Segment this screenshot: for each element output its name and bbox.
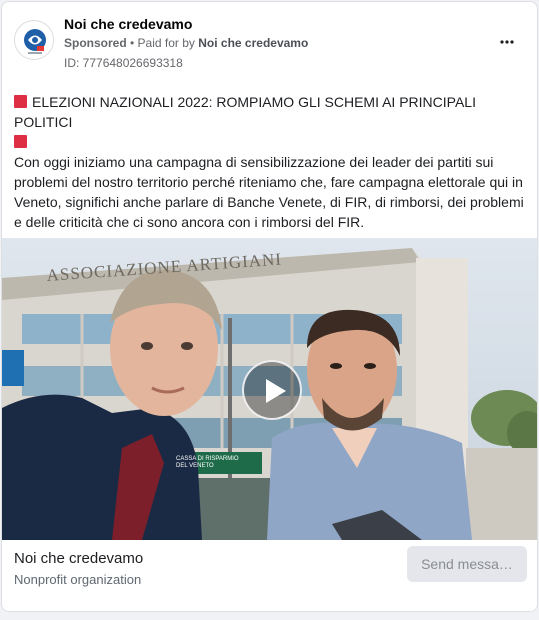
page-avatar[interactable] <box>14 20 54 60</box>
send-message-button[interactable]: Send messa… <box>407 546 527 582</box>
play-button[interactable] <box>242 360 302 420</box>
sponsored-label: Sponsored <box>64 36 127 50</box>
page-name-link[interactable]: Noi che credevamo <box>64 16 192 32</box>
bank-sign-line1: CASSA DI RISPARMIO <box>176 456 239 462</box>
bank-sign: CASSA DI RISPARMIO DEL VENETO <box>176 456 239 470</box>
ad-card: Noi che credevamo Sponsored • Paid for b… <box>1 1 538 612</box>
more-horizontal-icon <box>500 40 514 44</box>
more-options-button[interactable] <box>492 30 522 54</box>
ad-footer: Noi che credevamo Nonprofit organization… <box>2 540 537 611</box>
avatar-logo-icon <box>16 22 53 59</box>
headline: ELEZIONI NAZIONALI 2022: ROMPIAMO GLI SC… <box>14 94 476 130</box>
footer-page-category: Nonprofit organization <box>14 572 142 587</box>
paid-for-by-name: Noi che credevamo <box>198 36 309 50</box>
paid-for-prefix: Paid for by <box>137 36 199 50</box>
video-thumbnail[interactable]: ASSOCIAZIONE ARTIGIANI CASSA DI RISPARMI… <box>2 238 537 540</box>
sponsored-line: Sponsored • Paid for by Noi che credevam… <box>64 36 308 50</box>
separator-dot: • <box>126 36 138 50</box>
ad-id: ID: 777648026693318 <box>64 56 183 70</box>
body-paragraph: Con oggi iniziamo una campagna di sensib… <box>14 154 524 230</box>
red-square-icon <box>14 135 27 148</box>
ad-body-text: ELEZIONI NAZIONALI 2022: ROMPIAMO GLI SC… <box>14 92 529 252</box>
play-icon <box>266 379 286 403</box>
headline-line-2 <box>14 132 529 152</box>
ad-header: Noi che credevamo Sponsored • Paid for b… <box>2 2 537 78</box>
headline-line: ELEZIONI NAZIONALI 2022: ROMPIAMO GLI SC… <box>14 92 529 132</box>
footer-page-name[interactable]: Noi che credevamo <box>14 550 143 567</box>
red-square-icon <box>14 95 27 108</box>
bank-sign-line2: DEL VENETO <box>176 463 214 469</box>
